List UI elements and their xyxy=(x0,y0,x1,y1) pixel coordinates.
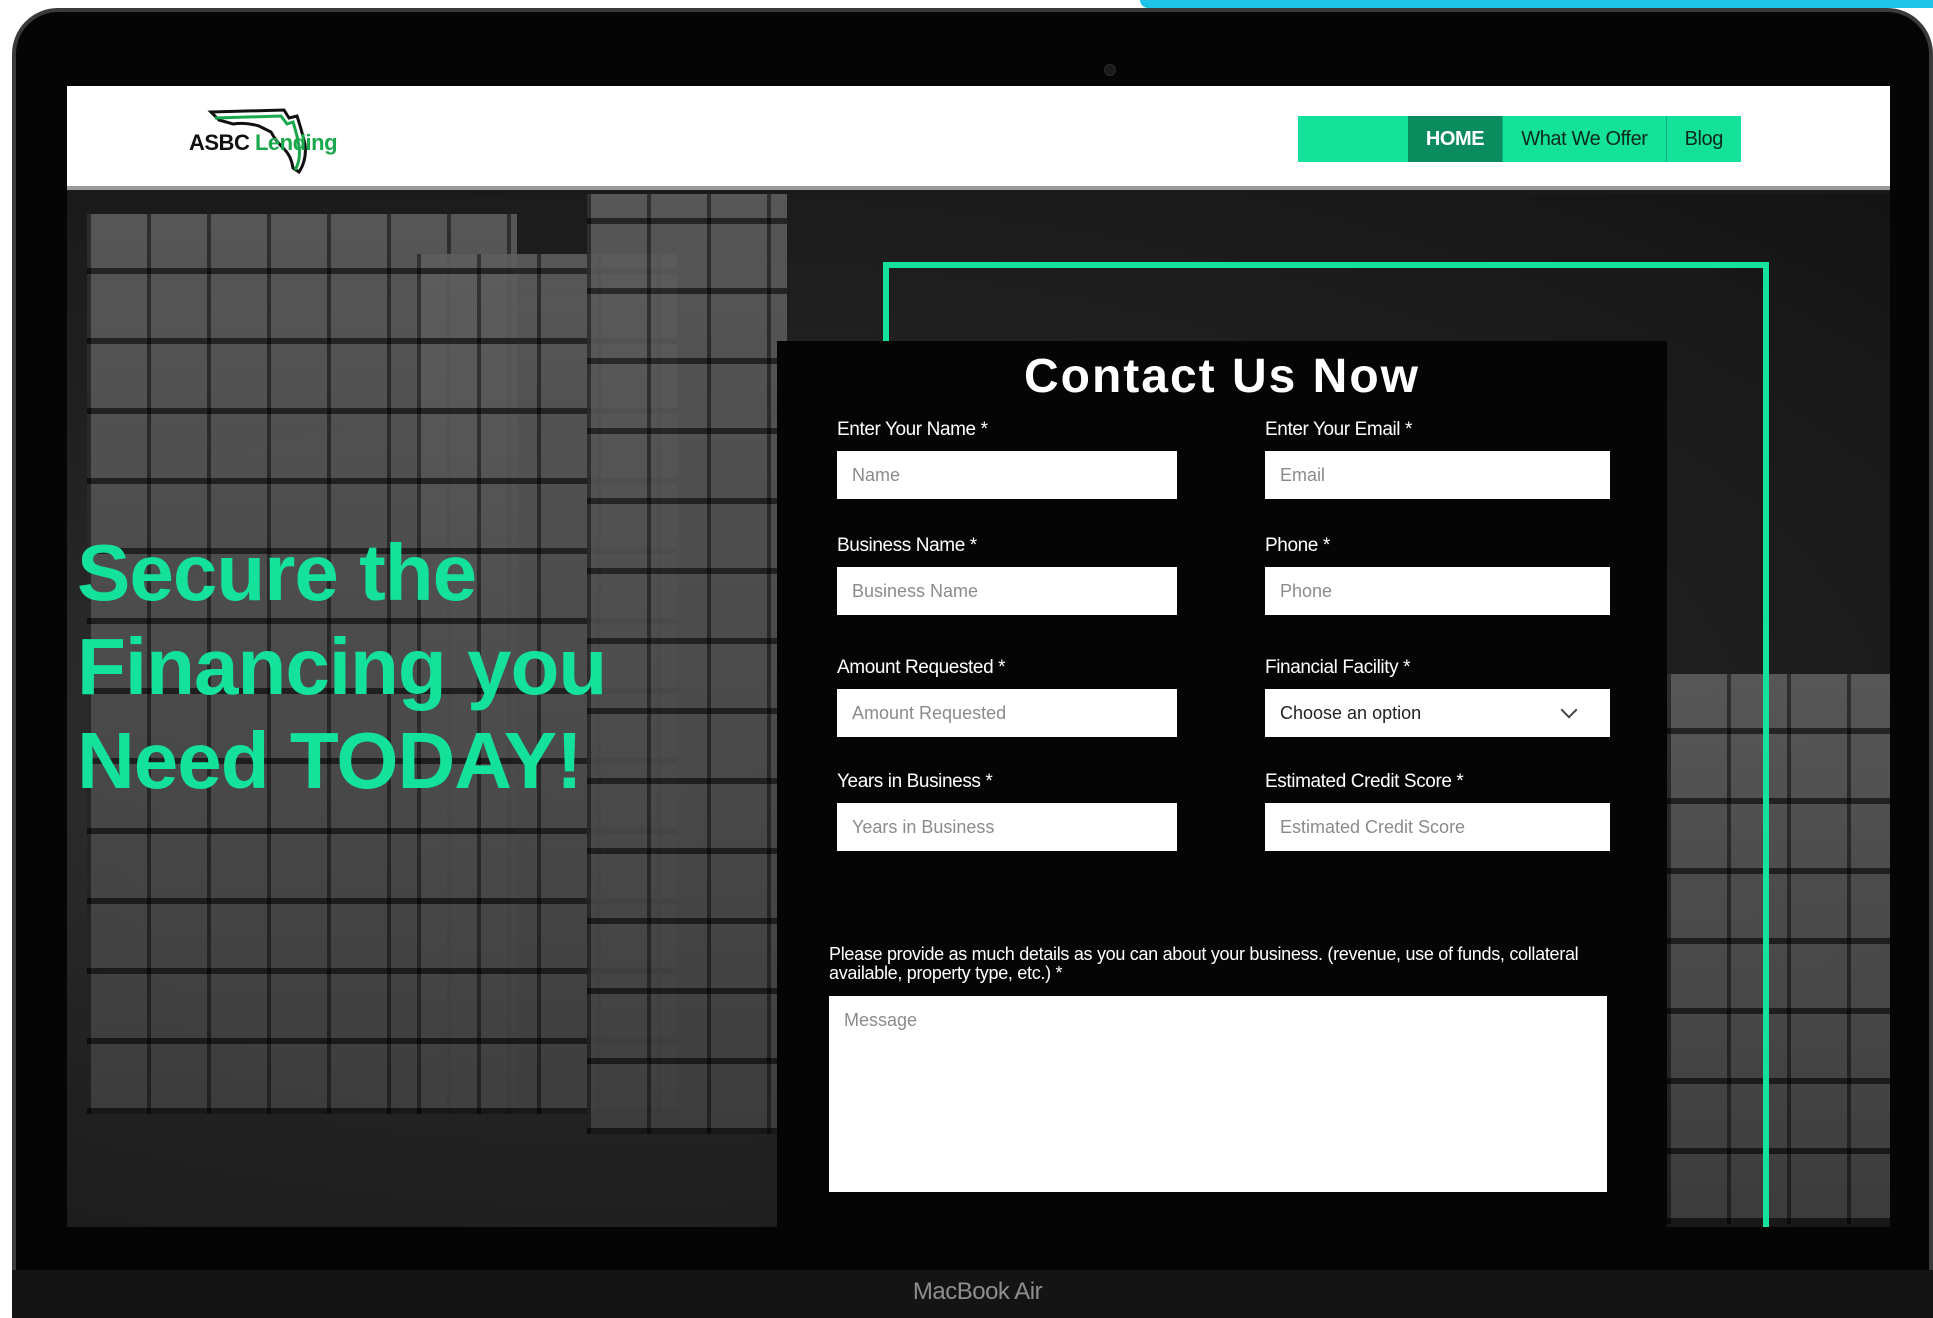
contact-form: Contact Us Now Enter Your Name * Enter Y… xyxy=(777,341,1667,1227)
hero-title: Secure the Financing you Need TODAY! xyxy=(77,526,637,808)
main-nav: HOME What We Offer Blog xyxy=(1298,116,1741,162)
corner-accent xyxy=(1140,0,1933,8)
phone-label: Phone * xyxy=(1265,535,1330,556)
credit-label: Estimated Credit Score * xyxy=(1265,771,1464,792)
business-name-label: Business Name * xyxy=(837,535,977,556)
facility-label: Financial Facility * xyxy=(1265,657,1411,678)
message-label: Please provide as much details as you ca… xyxy=(829,944,1579,983)
name-input[interactable] xyxy=(837,451,1177,499)
device-label: MacBook Air xyxy=(912,1278,1043,1305)
nav-item-home[interactable]: HOME xyxy=(1407,116,1503,162)
camera-icon xyxy=(1104,64,1116,76)
website-screen: ASBC Lending HOME What We Offer Blog Sec… xyxy=(67,86,1890,1227)
facility-select-value: Choose an option xyxy=(1280,702,1422,723)
site-header: ASBC Lending HOME What We Offer Blog xyxy=(67,86,1890,190)
email-input[interactable] xyxy=(1265,451,1610,499)
amount-label: Amount Requested * xyxy=(837,657,1006,678)
amount-input[interactable] xyxy=(837,689,1177,737)
hero-title-line: Need TODAY! xyxy=(77,716,583,805)
nav-item-what-we-offer[interactable]: What We Offer xyxy=(1502,116,1665,162)
hero-title-line: Financing you xyxy=(77,622,607,711)
years-input[interactable] xyxy=(837,803,1177,851)
logo-text[interactable]: ASBC Lending xyxy=(189,130,338,156)
years-label: Years in Business * xyxy=(837,771,993,792)
nav-item-blog[interactable]: Blog xyxy=(1665,116,1741,162)
message-textarea[interactable] xyxy=(829,996,1607,1192)
hero-title-line: Secure the xyxy=(77,528,477,617)
phone-input[interactable] xyxy=(1265,567,1610,615)
credit-input[interactable] xyxy=(1265,803,1610,851)
business-name-input[interactable] xyxy=(837,567,1177,615)
email-label: Enter Your Email * xyxy=(1265,419,1412,440)
facility-select[interactable]: Choose an option xyxy=(1265,689,1610,737)
logo-text-primary: ASBC xyxy=(189,130,250,155)
name-label: Enter Your Name * xyxy=(837,419,988,440)
form-title: Contact Us Now xyxy=(1023,350,1420,403)
logo-text-secondary: Lending xyxy=(254,130,338,155)
chevron-down-icon xyxy=(1560,701,1578,719)
